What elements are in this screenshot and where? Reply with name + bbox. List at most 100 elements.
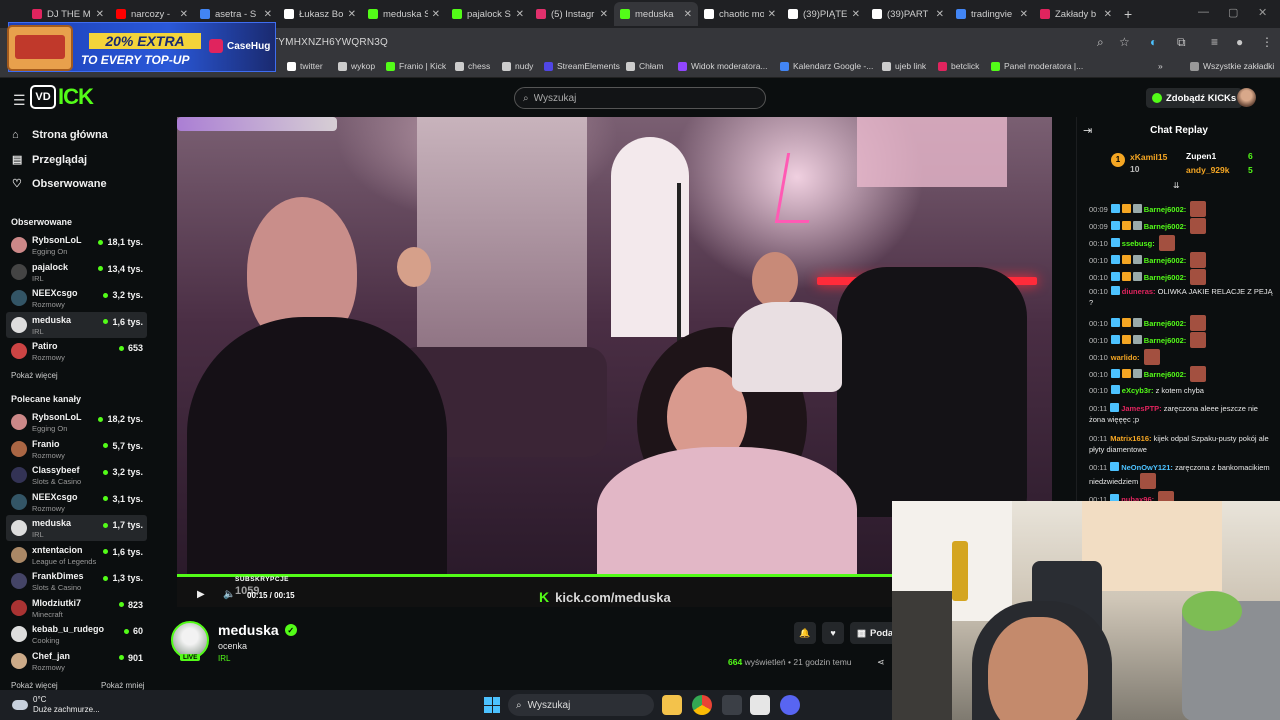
tab-close-icon[interactable]: ✕ <box>348 9 356 20</box>
tab-close-icon[interactable]: ✕ <box>600 9 608 20</box>
tab-close-icon[interactable]: ✕ <box>180 9 188 20</box>
tab-close-icon[interactable]: ✕ <box>1104 9 1112 20</box>
browser-tab[interactable]: Zakłady b ✕ <box>1034 2 1118 26</box>
bookmark-item[interactable]: Franio | Kick <box>386 61 446 71</box>
chat-username[interactable]: Barnej6002: <box>1144 370 1187 379</box>
tab-close-icon[interactable]: ✕ <box>768 9 776 20</box>
channel-row[interactable]: Mlodziutki7 Minecraft 823 <box>6 595 147 621</box>
hamburger-menu-icon[interactable]: ☰ <box>13 92 26 109</box>
tab-close-icon[interactable]: ✕ <box>96 9 104 20</box>
chat-username[interactable]: Barnej6002: <box>1144 273 1187 282</box>
browser-tab[interactable]: (39)PART ✕ <box>866 2 950 26</box>
nav-item[interactable]: ⌂ Strona główna <box>12 129 108 141</box>
chat-username[interactable]: NeOnOwY121: <box>1121 463 1173 472</box>
more-bookmarks-button[interactable]: » <box>1158 61 1163 71</box>
file-explorer-icon[interactable] <box>662 695 682 715</box>
kick-logo[interactable]: VD ICK <box>30 84 94 110</box>
media-icon[interactable]: ≡ <box>1211 35 1218 49</box>
app-icon[interactable] <box>750 695 770 715</box>
nav-item[interactable]: ♡ Obserwowane <box>12 177 107 191</box>
bookmark-item[interactable]: Widok moderatora... <box>678 61 768 71</box>
bookmark-item[interactable]: Chłam <box>626 61 664 71</box>
channel-row[interactable]: xntentacion League of Legends 1,6 tys. <box>6 542 147 568</box>
notifications-button[interactable]: 🔔 <box>794 622 816 644</box>
url-field[interactable]: TYMHXNZH6YWQRN3Q <box>272 37 388 48</box>
tab-close-icon[interactable]: ✕ <box>516 9 524 20</box>
channel-name[interactable]: meduska ✓ <box>218 622 297 638</box>
channel-row[interactable]: Chef_jan Rozmowy 901 <box>6 648 147 674</box>
channel-row[interactable]: Patiro Rozmowy 653 <box>6 338 147 364</box>
chat-username[interactable]: Barnej6002: <box>1144 205 1187 214</box>
browser-tab[interactable]: meduska S ✕ <box>362 2 446 26</box>
bookmark-item[interactable]: nudy <box>502 61 533 71</box>
search-bar[interactable]: ⌕ <box>514 87 766 109</box>
channel-row[interactable]: meduska IRL 1,6 tys. <box>6 311 147 338</box>
chat-username[interactable]: Barnej6002: <box>1144 336 1187 345</box>
chat-username[interactable]: warlido: <box>1111 353 1140 362</box>
channel-row[interactable]: RybsonLoL Egging On 18,2 tys. <box>6 409 147 435</box>
taskbar-search[interactable]: ⌕ Wyszukaj <box>508 694 654 716</box>
profile-icon[interactable]: ● <box>1236 35 1243 49</box>
chat-username[interactable]: ssebusg: <box>1122 239 1155 248</box>
tab-close-icon[interactable]: ✕ <box>852 9 860 20</box>
channel-row[interactable]: meduska IRL 1,7 tys. <box>6 515 147 541</box>
stream-category[interactable]: IRL <box>218 654 230 663</box>
browser-tab[interactable]: Łukasz Bo ✕ <box>278 2 362 26</box>
chat-username[interactable]: Barnej6002: <box>1144 222 1187 231</box>
channel-row[interactable]: pajalock IRL 13,4 tys. <box>6 259 147 285</box>
show-more-following[interactable]: Pokaż więcej <box>11 371 58 380</box>
browser-tab[interactable]: (39)PIĄTE ✕ <box>782 2 866 26</box>
channel-row[interactable]: Franio Rozmowy 5,7 tys. <box>6 436 147 462</box>
show-more-recommended[interactable]: Pokaż więcej <box>11 681 58 690</box>
menu-kebab-icon[interactable]: ⋮ <box>1261 35 1273 49</box>
bookmark-item[interactable]: wykop <box>338 61 375 71</box>
bookmark-item[interactable]: StreamElements <box>544 61 620 71</box>
minimize-icon[interactable]: — <box>1198 6 1209 18</box>
channel-row[interactable]: kebab_u_rudego Cooking 60 <box>6 621 147 647</box>
app-icon[interactable] <box>722 695 742 715</box>
casehug-ad-banner[interactable]: 20% EXTRA TO EVERY TOP-UP CaseHug <box>7 22 276 72</box>
bookmark-item[interactable]: Panel moderatora |... <box>991 61 1083 71</box>
channel-row[interactable]: NEEXcsgo Rozmowy 3,1 tys. <box>6 489 147 515</box>
follow-button[interactable]: ♥ <box>822 622 844 644</box>
tab-close-icon[interactable]: ✕ <box>936 9 944 20</box>
browser-tab[interactable]: chaotic mo ✕ <box>698 2 782 26</box>
weather-widget[interactable]: 0°C Duże zachmurze... <box>12 695 100 715</box>
extension-icon[interactable]: ◐ <box>1150 35 1157 49</box>
bookmark-item[interactable]: betclick <box>938 61 979 71</box>
nav-item[interactable]: ▤ Przeglądaj <box>12 153 87 167</box>
tab-close-icon[interactable]: ✕ <box>264 9 272 20</box>
get-kicks-button[interactable]: Zdobądź KICKs <box>1146 88 1243 108</box>
search-input[interactable] <box>533 92 734 104</box>
browser-tab[interactable]: (5) Instagr ✕ <box>530 2 614 26</box>
chat-pin-icon[interactable]: ⇊ <box>1173 181 1180 190</box>
tab-close-icon[interactable]: ✕ <box>1020 9 1028 20</box>
volume-icon[interactable]: 🔈 <box>223 589 235 600</box>
channel-row[interactable]: FrankDimes Slots & Casino 1,3 tys. <box>6 568 147 594</box>
bookmark-item[interactable]: chess <box>455 61 490 71</box>
chat-username[interactable]: eXcyb3r: <box>1122 386 1154 395</box>
zoom-icon[interactable]: ⌕ <box>1097 35 1104 50</box>
chat-username[interactable]: JamesPTP: <box>1121 404 1161 413</box>
leader-1-name[interactable]: xKamil15 <box>1130 152 1167 162</box>
tab-close-icon[interactable]: ✕ <box>432 9 440 20</box>
browser-tab[interactable]: meduska ✕ <box>614 2 698 26</box>
leader-2-name[interactable]: Zupen1 <box>1186 151 1216 161</box>
windows-start-icon[interactable] <box>484 697 500 713</box>
chrome-icon[interactable] <box>692 695 712 715</box>
bookmark-item[interactable]: twitter <box>287 61 323 71</box>
tab-close-icon[interactable]: ✕ <box>684 9 692 20</box>
new-tab-button[interactable]: + <box>1124 6 1132 22</box>
close-window-icon[interactable]: ✕ <box>1258 6 1267 19</box>
browser-tab[interactable]: tradingvie ✕ <box>950 2 1034 26</box>
show-less-recommended[interactable]: Pokaż mniej <box>101 681 145 690</box>
channel-row[interactable]: Classybeef Slots & Casino 3,2 tys. <box>6 462 147 488</box>
star-icon[interactable]: ☆ <box>1119 35 1130 49</box>
chat-username[interactable]: Barnej6002: <box>1144 319 1187 328</box>
chat-username[interactable]: diuneras: <box>1122 287 1156 296</box>
puzzle-icon[interactable]: ⧉ <box>1177 35 1186 50</box>
bookmark-item[interactable]: ujeb link <box>882 61 926 71</box>
chat-username[interactable]: Barnej6002: <box>1144 256 1187 265</box>
share-icon[interactable]: ⋖ <box>877 657 885 668</box>
maximize-icon[interactable]: ▢ <box>1228 6 1238 19</box>
